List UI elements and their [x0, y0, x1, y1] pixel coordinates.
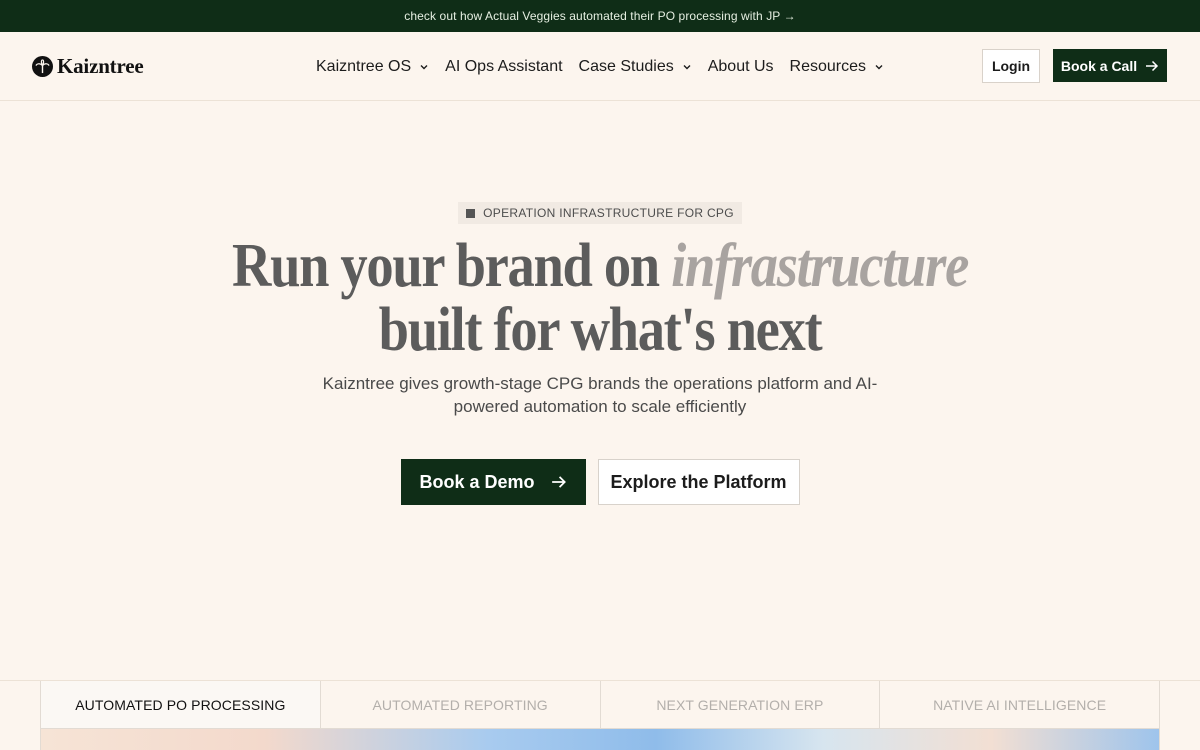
square-bullet-icon: [466, 208, 476, 218]
arrow-right-icon: [551, 476, 566, 488]
palm-tree-icon: [32, 55, 53, 77]
book-demo-button[interactable]: Book a Demo: [400, 459, 586, 505]
nav-menu: Kaizntree OS AI Ops Assistant Case Studi…: [316, 32, 900, 101]
hero-eyebrow-badge: OPERATION INFRASTRUCTURE FOR CPG: [458, 202, 742, 224]
chevron-down-icon: [875, 64, 883, 69]
login-button[interactable]: Login: [982, 49, 1040, 83]
nav-item-kaizntree-os[interactable]: Kaizntree OS: [316, 58, 429, 76]
tab-automated-po-processing[interactable]: AUTOMATED PO PROCESSING: [41, 681, 321, 729]
nav-item-resources[interactable]: Resources: [790, 58, 884, 76]
announcement-link[interactable]: check out how Actual Veggies automated t…: [404, 9, 795, 23]
feature-tabs: AUTOMATED PO PROCESSING AUTOMATED REPORT…: [40, 681, 1160, 729]
headline-emphasis: infrastructure: [671, 232, 969, 300]
hero-headline: Run your brand on infrastructure built f…: [72, 234, 1128, 362]
tab-next-generation-erp[interactable]: NEXT GENERATION ERP: [600, 681, 881, 729]
arrow-right-icon: [1146, 60, 1159, 71]
nav-item-label: AI Ops Assistant: [445, 57, 563, 75]
nav-item-ai-ops-assistant[interactable]: AI Ops Assistant: [445, 58, 562, 76]
nav-item-label: Kaizntree OS: [316, 57, 412, 75]
brand-name: Kaizntree: [57, 53, 144, 78]
nav-actions: Login Book a Call: [982, 49, 1167, 83]
eyebrow-text: OPERATION INFRASTRUCTURE FOR CPG: [483, 206, 734, 220]
hero-subhead: Kaizntree gives growth-stage CPG brands …: [322, 374, 878, 416]
main-navbar: Kaizntree Kaizntree OS AI Ops Assistant …: [0, 32, 1200, 101]
book-call-button[interactable]: Book a Call: [1053, 49, 1167, 82]
explore-platform-button[interactable]: Explore the Platform: [597, 459, 800, 505]
feature-preview-image: [40, 729, 1160, 750]
chevron-down-icon: [683, 64, 691, 69]
nav-item-label: Resources: [789, 57, 867, 75]
book-demo-label: Book a Demo: [419, 471, 535, 492]
headline-part1: Run your brand on: [231, 232, 672, 300]
headline-line2: built for what's next: [378, 296, 823, 364]
nav-item-label: Case Studies: [578, 57, 674, 75]
chevron-down-icon: [420, 64, 428, 69]
tab-automated-reporting[interactable]: AUTOMATED REPORTING: [320, 681, 601, 729]
nav-item-label: About Us: [707, 57, 774, 75]
hero-section: OPERATION INFRASTRUCTURE FOR CPG Run you…: [0, 202, 1200, 505]
brand-logo[interactable]: Kaizntree: [32, 54, 192, 79]
announcement-bar: check out how Actual Veggies automated t…: [0, 0, 1200, 32]
nav-item-about-us[interactable]: About Us: [708, 58, 774, 76]
nav-item-case-studies[interactable]: Case Studies: [579, 58, 692, 76]
tab-native-ai-intelligence[interactable]: NATIVE AI INTELLIGENCE: [880, 681, 1159, 729]
hero-cta-row: Book a Demo Explore the Platform: [0, 459, 1200, 505]
book-call-label: Book a Call: [1060, 57, 1138, 74]
feature-tabs-section: AUTOMATED PO PROCESSING AUTOMATED REPORT…: [0, 680, 1200, 750]
